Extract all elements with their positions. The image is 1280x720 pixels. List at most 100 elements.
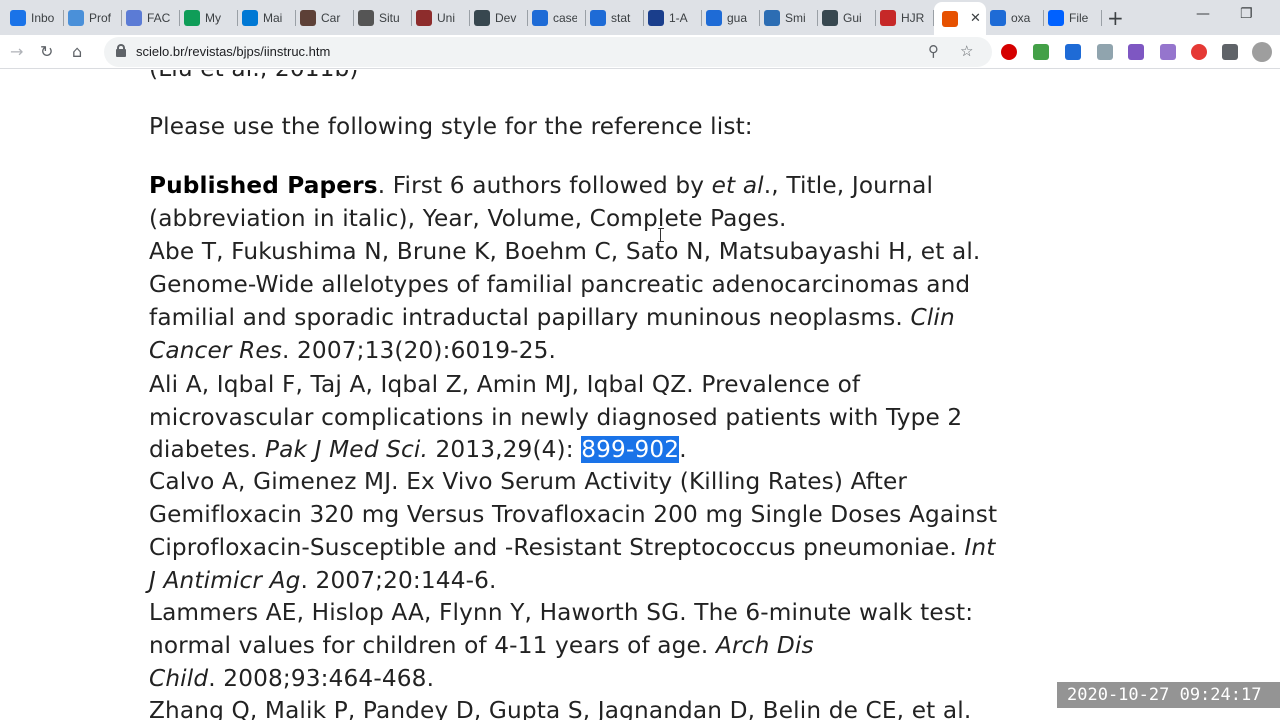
tab-fac[interactable]: FAC [122, 4, 180, 31]
tab-separator [1101, 10, 1102, 26]
tab-label: HJR [901, 10, 925, 25]
mail-icon [764, 9, 780, 26]
reference-abe: Genome-Wide allelotypes of familial panc… [149, 271, 971, 298]
tab-label: Prof [89, 10, 112, 25]
page-content: (Liu et al., 2011b) Please use the follo… [0, 70, 1280, 720]
tab-label: Situ [379, 10, 400, 25]
text-cursor-icon [658, 228, 664, 242]
new-tab-button[interactable]: + [1107, 6, 1124, 30]
reload-icon[interactable]: ↻ [40, 42, 53, 62]
tab-1-a[interactable]: 1-A [644, 4, 702, 31]
zoom-icon[interactable]: ⚲ [928, 41, 939, 61]
tab-label: Inbo [31, 10, 55, 25]
reference-intro: Please use the following style for the r… [149, 113, 753, 140]
bookmark-star-icon[interactable]: ☆ [960, 41, 973, 61]
reference-ali: diabetes. Pak J Med Sci. 2013,29(4): 899… [149, 436, 687, 463]
reference-ali: Ali A, Iqbal F, Taj A, Iqbal Z, Amin MJ,… [149, 371, 861, 398]
close-tab-icon[interactable]: ✕ [970, 11, 981, 26]
url-text: scielo.br/revistas/bjps/iinstruc.htm [136, 44, 331, 59]
globe-icon [358, 9, 374, 26]
cube-extension-icon[interactable] [1065, 44, 1081, 60]
tab-gui[interactable]: Gui [818, 4, 876, 31]
cube-icon [532, 9, 548, 26]
published-papers-line: Published Papers. First 6 authors follow… [149, 172, 934, 199]
tab-file[interactable]: File [1044, 4, 1102, 31]
reference-ali: microvascular complications in newly dia… [149, 404, 963, 431]
tab-label: Smi [785, 10, 806, 25]
tab-label: Dev [495, 10, 517, 25]
profile-avatar[interactable] [1252, 42, 1272, 62]
adblock-extension-icon[interactable] [1191, 44, 1207, 60]
mail-icon [10, 9, 26, 26]
dropbox-icon [1048, 9, 1064, 26]
reference-calvo: Ciprofloxacin-Susceptible and -Resistant… [149, 534, 996, 561]
tab-label: stat [611, 10, 631, 25]
print-extension-icon[interactable] [1160, 44, 1176, 60]
selected-text[interactable]: 899-902 [581, 436, 680, 463]
reference-lammers: Lammers AE, Hislop AA, Flynn Y, Haworth … [149, 599, 974, 626]
bank-icon [300, 9, 316, 26]
reference-calvo: Calvo A, Gimenez MJ. Ex Vivo Serum Activ… [149, 468, 908, 495]
scielo-icon [942, 10, 958, 27]
reference-lammers: Child. 2008;93:464-468. [149, 665, 435, 692]
tab-label: File [1069, 10, 1089, 25]
reference-abe: Cancer Res. 2007;13(20):6019-25. [149, 337, 557, 364]
tab-label: Uni [437, 10, 456, 25]
published-papers-heading: Published Papers [149, 172, 378, 199]
opera-extension-icon[interactable] [1001, 44, 1017, 60]
minimize-icon[interactable]: — [1196, 6, 1210, 22]
reference-abe: Abe T, Fukushima N, Brune K, Boehm C, Sa… [149, 238, 981, 265]
tab-active[interactable]: ✕ [934, 2, 986, 35]
writer-extension-icon[interactable] [1128, 44, 1144, 60]
tab-label: Car [321, 10, 341, 25]
outlook-icon [242, 9, 258, 26]
back-icon[interactable]: → [10, 42, 23, 62]
tab-dev[interactable]: Dev [470, 4, 528, 31]
drive-icon [184, 9, 200, 26]
journal-icon [880, 9, 896, 26]
accessibility-icon [126, 9, 142, 26]
tab-label: FAC [147, 10, 171, 25]
citation-example: (Liu et al., 2011b) [149, 70, 359, 85]
tab-situ[interactable]: Situ [354, 4, 412, 31]
tab-strip: Inbo Prof FAC My Mai Car Situ Uni Dev case stat 1-A… [0, 0, 1280, 35]
reference-abe: familial and sporadic intraductal papill… [149, 304, 955, 331]
tab-gua[interactable]: gua [702, 4, 760, 31]
grammar-extension-icon[interactable] [1033, 44, 1049, 60]
address-bar[interactable]: scielo.br/revistas/bjps/iinstruc.htm ⚲ ☆ [104, 37, 992, 67]
tab-car[interactable]: Car [296, 4, 354, 31]
tab-prof[interactable]: Prof [64, 4, 122, 31]
reference-calvo: J Antimicr Ag. 2007;20:144-6. [149, 567, 497, 594]
tab-stat[interactable]: stat [586, 4, 644, 31]
published-papers-desc: (abbreviation in italic), Year, Volume, … [149, 205, 787, 232]
tab-uni[interactable]: Uni [412, 4, 470, 31]
tab-my[interactable]: My [180, 4, 238, 31]
tab-label: oxa [1011, 10, 1031, 25]
home-icon[interactable]: ⌂ [72, 42, 82, 62]
tab-label: 1-A [669, 10, 688, 25]
cloud-icon [68, 9, 84, 26]
shield-icon [822, 9, 838, 26]
tab-oxa[interactable]: oxa [986, 4, 1044, 31]
tab-smi[interactable]: Smi [760, 4, 818, 31]
puzzle-icon[interactable] [1222, 44, 1238, 60]
lock-icon [116, 44, 126, 57]
tab-case[interactable]: case [528, 4, 586, 31]
university-icon [416, 9, 432, 26]
restore-icon[interactable]: ❐ [1240, 6, 1253, 22]
cube-icon [590, 9, 606, 26]
skype-extension-icon[interactable] [1097, 44, 1113, 60]
reference-lammers: normal values for children of 4-11 years… [149, 632, 814, 659]
cube-icon [706, 9, 722, 26]
recording-timestamp: 2020-10-27 09:24:17 [1057, 682, 1280, 708]
reference-calvo: Gemifloxacin 320 mg Versus Trovafloxacin… [149, 501, 998, 528]
tab-label: case [553, 10, 577, 25]
tab-label: Gui [843, 10, 862, 25]
tab-hjr[interactable]: HJR [876, 4, 934, 31]
sheet-icon [648, 9, 664, 26]
tab-label: My [205, 10, 221, 25]
reference-zhang: Zhang Q, Malik P, Pandey D, Gupta S, Jag… [149, 697, 972, 720]
tab-mai[interactable]: Mai [238, 4, 296, 31]
tab-inbo[interactable]: Inbo [6, 4, 64, 31]
cube-icon [990, 9, 1006, 26]
